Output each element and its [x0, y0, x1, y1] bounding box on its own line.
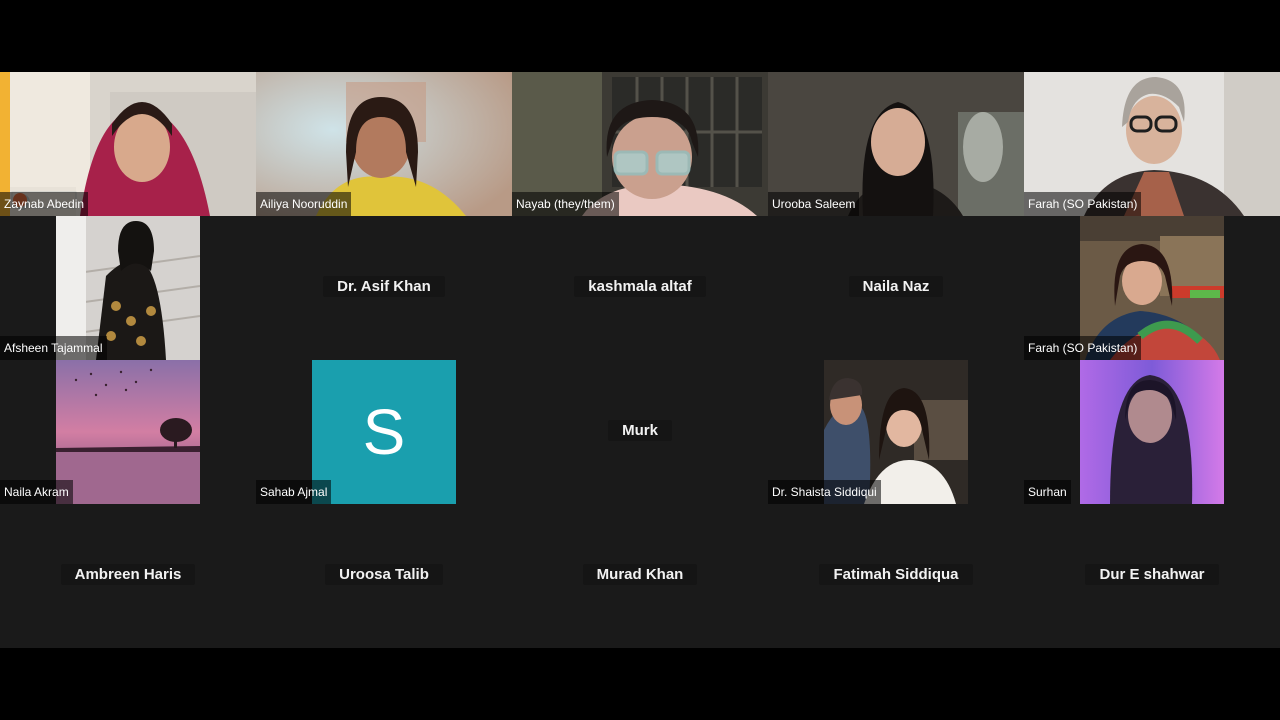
participant-name: Ambreen Haris [60, 564, 196, 585]
participant-tile-farah-so-pakistan[interactable]: Farah (SO Pakistan) [1024, 72, 1280, 216]
participant-tile-surhan[interactable]: Surhan [1024, 360, 1280, 504]
participant-tile-sahab-ajmal[interactable]: S Sahab Ajmal [256, 360, 512, 504]
participant-name: Murad Khan [582, 564, 698, 585]
participant-tile-uroosa-talib[interactable]: Uroosa Talib [256, 504, 512, 648]
participant-name: Afsheen Tajammal [0, 336, 107, 360]
participant-name: Sahab Ajmal [256, 480, 332, 504]
participant-tile-naila-akram[interactable]: Naila Akram [0, 360, 256, 504]
participant-tile-afsheen-tajammal[interactable]: Afsheen Tajammal [0, 216, 256, 360]
participant-tile-ailiya-nooruddin[interactable]: Ailiya Nooruddin [256, 72, 512, 216]
participant-name: Ailiya Nooruddin [256, 192, 352, 216]
gallery-view: Zaynab Abedin Ailiya Nooruddin Nayab (th… [0, 72, 1280, 648]
video-feed [1080, 360, 1224, 504]
participant-name: Fatimah Siddiqua [819, 564, 973, 585]
participant-name: Nayab (they/them) [512, 192, 619, 216]
participant-name: Surhan [1024, 480, 1071, 504]
participant-tile-naila-naz[interactable]: Naila Naz [768, 216, 1024, 360]
participant-name: Dr. Shaista Siddiqui [768, 480, 881, 504]
participant-tile-nayab[interactable]: Nayab (they/them) [512, 72, 768, 216]
participant-tile-dur-e-shahwar[interactable]: Dur E shahwar [1024, 504, 1280, 648]
participant-name: Farah (SO Pakistan) [1024, 336, 1142, 360]
participant-name: Farah (SO Pakistan) [1024, 192, 1142, 216]
participant-tile-murad-khan[interactable]: Murad Khan [512, 504, 768, 648]
participant-tile-urooba-saleem[interactable]: Urooba Saleem [768, 72, 1024, 216]
avatar: S [312, 360, 456, 504]
participant-tile-dr-asif-khan[interactable]: Dr. Asif Khan [256, 216, 512, 360]
participant-tile-murk[interactable]: Murk [512, 360, 768, 504]
participant-tile-ambreen-haris[interactable]: Ambreen Haris [0, 504, 256, 648]
participant-name: Zaynab Abedin [0, 192, 89, 216]
participant-name: Dr. Asif Khan [323, 276, 445, 297]
participant-tile-dr-shaista-siddiqui[interactable]: Dr. Shaista Siddiqui [768, 360, 1024, 504]
participant-name: Urooba Saleem [768, 192, 860, 216]
video-feed [56, 360, 200, 504]
participant-tile-farah-so-pakistan-2[interactable]: Farah (SO Pakistan) [1024, 216, 1280, 360]
participant-name: kashmala altaf [574, 276, 706, 297]
participant-name: Uroosa Talib [325, 564, 443, 585]
participant-name: Naila Akram [0, 480, 73, 504]
participant-tile-fatimah-siddiqua[interactable]: Fatimah Siddiqua [768, 504, 1024, 648]
participant-tile-kashmala-altaf[interactable]: kashmala altaf [512, 216, 768, 360]
participant-name: Dur E shahwar [1085, 564, 1219, 585]
participant-name: Naila Naz [848, 276, 944, 297]
participant-tile-zaynab-abedin[interactable]: Zaynab Abedin [0, 72, 256, 216]
participant-name: Murk [608, 420, 672, 441]
